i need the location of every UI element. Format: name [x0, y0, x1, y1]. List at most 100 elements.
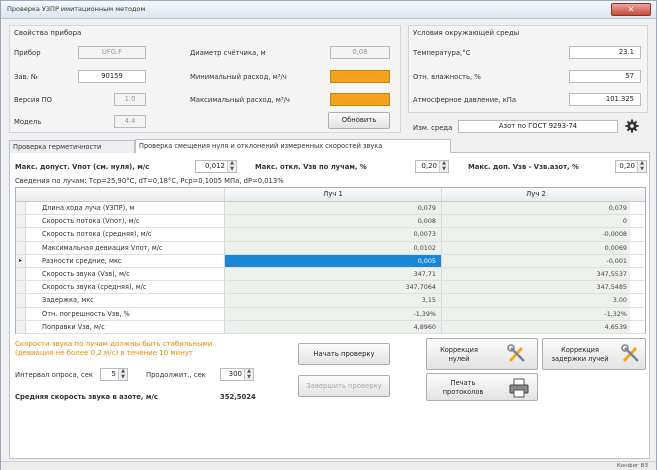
duration-stepper[interactable]: 300 ▲ ▼: [220, 368, 254, 381]
table-row[interactable]: Скорость потока (средняя), м/с 0,0073 -0,0…: [16, 228, 645, 242]
finish-check-button[interactable]: Завершить проверку: [298, 375, 390, 397]
table-row[interactable]: ▸ Разности средние, мкс 0,005 -0,001: [16, 254, 645, 268]
model-label: Модель: [14, 118, 42, 126]
column-header-ray1[interactable]: Луч 1: [225, 188, 442, 201]
row-header[interactable]: [16, 320, 26, 333]
device-label: Прибор: [14, 49, 41, 57]
row-header[interactable]: [16, 241, 26, 254]
column-header-ray2[interactable]: Луч 2: [442, 188, 630, 201]
environment-group-title: Условия окружающей среды: [413, 29, 520, 37]
tab-bar: Проверка герметичности Проверка смещения…: [9, 138, 650, 153]
diameter-label: Диаметр счётчика, м: [190, 49, 266, 57]
humidity-field[interactable]: 57: [569, 70, 641, 83]
row-name: Скорость потока (Vпот), м/с: [26, 215, 225, 228]
max-flow-field[interactable]: [330, 93, 390, 106]
ray1-cell[interactable]: 4,8960: [225, 320, 442, 333]
zero-correction-button[interactable]: Коррекция нулей: [426, 338, 538, 370]
ray2-cell[interactable]: -0,001: [442, 254, 630, 267]
ray1-cell[interactable]: 0,005: [225, 254, 442, 267]
gear-icon[interactable]: [625, 119, 639, 133]
ray2-cell[interactable]: -0,0008: [442, 228, 630, 241]
update-button[interactable]: Обновить: [328, 112, 390, 129]
row-header[interactable]: ▸: [16, 254, 26, 267]
serial-field[interactable]: 90159: [78, 70, 146, 83]
max-dev-nitro-stepper[interactable]: 0,20 ▲ ▼: [615, 160, 647, 173]
tab-leak-test[interactable]: Проверка герметичности: [9, 140, 135, 153]
title-bar: Проверка УЗПР имитационным методом ✕: [1, 1, 656, 19]
ray2-cell[interactable]: 0: [442, 215, 630, 228]
temperature-field[interactable]: 23.1: [569, 46, 641, 59]
ray1-cell[interactable]: 0,0102: [225, 241, 442, 254]
wrench-screwdriver-icon: [621, 344, 641, 364]
stepper-arrows-icon[interactable]: ▲ ▼: [227, 160, 236, 172]
ray1-cell[interactable]: 3,15: [225, 294, 442, 307]
row-header[interactable]: [16, 228, 26, 241]
diameter-field[interactable]: 0,08: [330, 46, 390, 59]
max-zero-label: Макс. допуст. Vпот (см. нуля), м/с: [15, 163, 150, 171]
stepper-arrows-icon[interactable]: ▲ ▼: [244, 368, 253, 380]
duration-value: 300: [228, 370, 242, 378]
ray1-cell[interactable]: -1,39%: [225, 307, 442, 320]
max-dev-nitro-value: 0,20: [619, 162, 635, 170]
max-dev-nitro-label: Макс. доп. Vзв - Vзв.азот, %: [468, 163, 579, 171]
ray2-cell[interactable]: 0,079: [442, 202, 630, 215]
row-header[interactable]: [16, 294, 26, 307]
model-field[interactable]: 4.4: [114, 115, 146, 128]
device-field[interactable]: UFG.F: [78, 46, 146, 59]
ray2-cell[interactable]: 0,0069: [442, 241, 630, 254]
ray1-cell[interactable]: 347,7064: [225, 281, 442, 294]
table-row[interactable]: Задержка, мкс 3,15 3,00: [16, 294, 645, 308]
row-name: Скорость звука (средняя), м/с: [26, 281, 225, 294]
min-flow-field[interactable]: [330, 70, 390, 83]
rays-grid[interactable]: Луч 1 Луч 2 Длина хода луча (УЗПР), м 0,0…: [15, 187, 646, 334]
interval-value: 5: [111, 370, 116, 378]
row-name: Длина хода луча (УЗПР), м: [26, 202, 225, 215]
table-row[interactable]: Поправки Vзв, м/с 4,8960 4,6539: [16, 320, 645, 334]
max-dev-label: Макс. откл. Vзв по лучам, %: [255, 163, 367, 171]
table-row[interactable]: Скорость звука (средняя), м/с 347,7064 347…: [16, 281, 645, 295]
max-dev-value: 0,20: [421, 162, 437, 170]
grid-corner: [16, 188, 225, 201]
main-window: Проверка УЗПР имитационным методом ✕ Сво…: [0, 0, 657, 470]
ray1-cell[interactable]: 347,71: [225, 267, 442, 281]
status-text: Конфиг ВЗ: [616, 463, 648, 469]
stepper-arrows-icon[interactable]: ▲ ▼: [439, 160, 448, 172]
ray2-cell[interactable]: 3,00: [442, 294, 630, 307]
table-row[interactable]: Максимальная девиация Vпот, м/с 0,0102 0,0…: [16, 241, 645, 255]
table-row[interactable]: Скорость звука (Vзв), м/с 347,71 347,5537: [16, 267, 645, 282]
row-header[interactable]: [16, 307, 26, 320]
serial-label: Зав. №: [14, 73, 38, 81]
max-zero-stepper[interactable]: 0,012 ▲ ▼: [195, 160, 237, 173]
interval-stepper[interactable]: 5 ▲ ▼: [100, 368, 128, 381]
stepper-arrows-icon[interactable]: ▲ ▼: [637, 160, 646, 172]
tab-zero-offset[interactable]: Проверка смещения нуля и отклонений изме…: [135, 139, 451, 153]
row-header[interactable]: [16, 215, 26, 228]
ray1-cell[interactable]: 0,079: [225, 202, 442, 215]
table-row[interactable]: Отн. погрешность Vзв, % -1,39% -1,32%: [16, 307, 645, 321]
firmware-field[interactable]: 1.0: [114, 93, 146, 106]
table-row[interactable]: Длина хода луча (УЗПР), м 0,079 0,079: [16, 202, 645, 216]
medium-select[interactable]: Азот по ГОСТ 9293-74: [458, 120, 618, 133]
row-name: Поправки Vзв, м/с: [26, 320, 225, 333]
ray2-cell[interactable]: 4,6539: [442, 320, 630, 333]
duration-label: Продолжит., сек: [146, 371, 206, 379]
ray1-cell[interactable]: 0,0073: [225, 228, 442, 241]
table-row[interactable]: Скорость потока (Vпот), м/с 0,008 0: [16, 215, 645, 229]
close-button[interactable]: ✕: [611, 3, 651, 16]
tab-panel: Макс. допуст. Vпот (см. нуля), м/с 0,012…: [9, 153, 650, 459]
pressure-field[interactable]: 101.325: [569, 93, 641, 106]
ray2-cell[interactable]: 347,5537: [442, 267, 630, 281]
row-header[interactable]: [16, 202, 26, 215]
status-bar: Конфиг ВЗ: [1, 461, 656, 470]
ray1-cell[interactable]: 0,008: [225, 215, 442, 228]
max-dev-stepper[interactable]: 0,20 ▲ ▼: [415, 160, 449, 173]
delay-correction-button[interactable]: Коррекция задержки лучей: [542, 338, 646, 370]
ray2-cell[interactable]: 347,5485: [442, 281, 630, 294]
row-header[interactable]: [16, 267, 26, 281]
row-name: Разности средние, мкс: [26, 254, 225, 267]
print-protocols-button[interactable]: Печать протоколов: [426, 373, 538, 401]
start-check-button[interactable]: Начать проверку: [298, 343, 390, 365]
row-header[interactable]: [16, 281, 26, 294]
stepper-arrows-icon[interactable]: ▲ ▼: [118, 368, 127, 380]
ray2-cell[interactable]: -1,32%: [442, 307, 630, 320]
